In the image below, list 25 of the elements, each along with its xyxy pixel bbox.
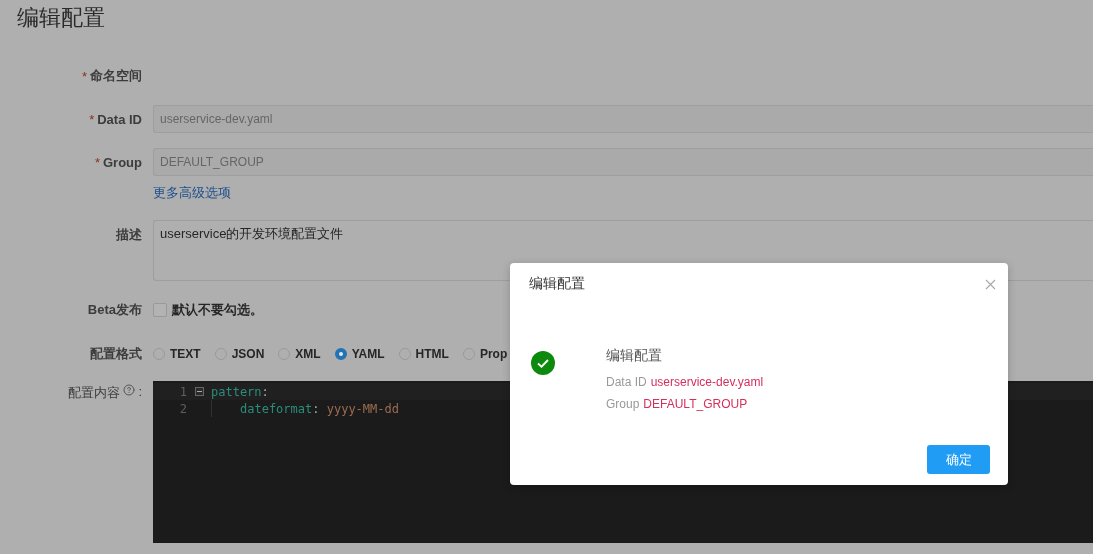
yaml-value: yyyy-MM-dd bbox=[326, 401, 399, 416]
yaml-colon: : bbox=[261, 384, 269, 399]
dialog-heading: 编辑配置 bbox=[606, 347, 663, 365]
detail-label: Group bbox=[606, 397, 640, 411]
field-label: Beta发布 bbox=[87, 301, 142, 319]
detail-label: Data ID bbox=[606, 375, 647, 389]
field-label: Group bbox=[103, 154, 142, 170]
field-label: 描述 bbox=[116, 226, 142, 244]
required-mark: * bbox=[81, 68, 87, 84]
field-label: 命名空间 bbox=[90, 67, 142, 85]
field-label: Data ID bbox=[97, 111, 142, 127]
page-title: 编辑配置 bbox=[16, 4, 106, 32]
label-colon: : bbox=[138, 384, 142, 399]
required-mark: * bbox=[89, 111, 95, 127]
yaml-key: dateformat bbox=[240, 401, 313, 416]
line-number: 1 bbox=[178, 384, 187, 399]
detail-value: userservice-dev.yaml bbox=[650, 375, 764, 389]
checkbox-label: 默认不要勾选。 bbox=[172, 301, 263, 319]
detail-value: DEFAULT_GROUP bbox=[643, 397, 748, 411]
yaml-key: pattern bbox=[211, 384, 262, 399]
required-mark: * bbox=[94, 154, 100, 170]
line-number: 2 bbox=[178, 401, 187, 416]
field-label: 配置内容 bbox=[68, 384, 121, 402]
field-label: 配置格式 bbox=[90, 345, 142, 363]
yaml-colon: : bbox=[312, 401, 321, 416]
